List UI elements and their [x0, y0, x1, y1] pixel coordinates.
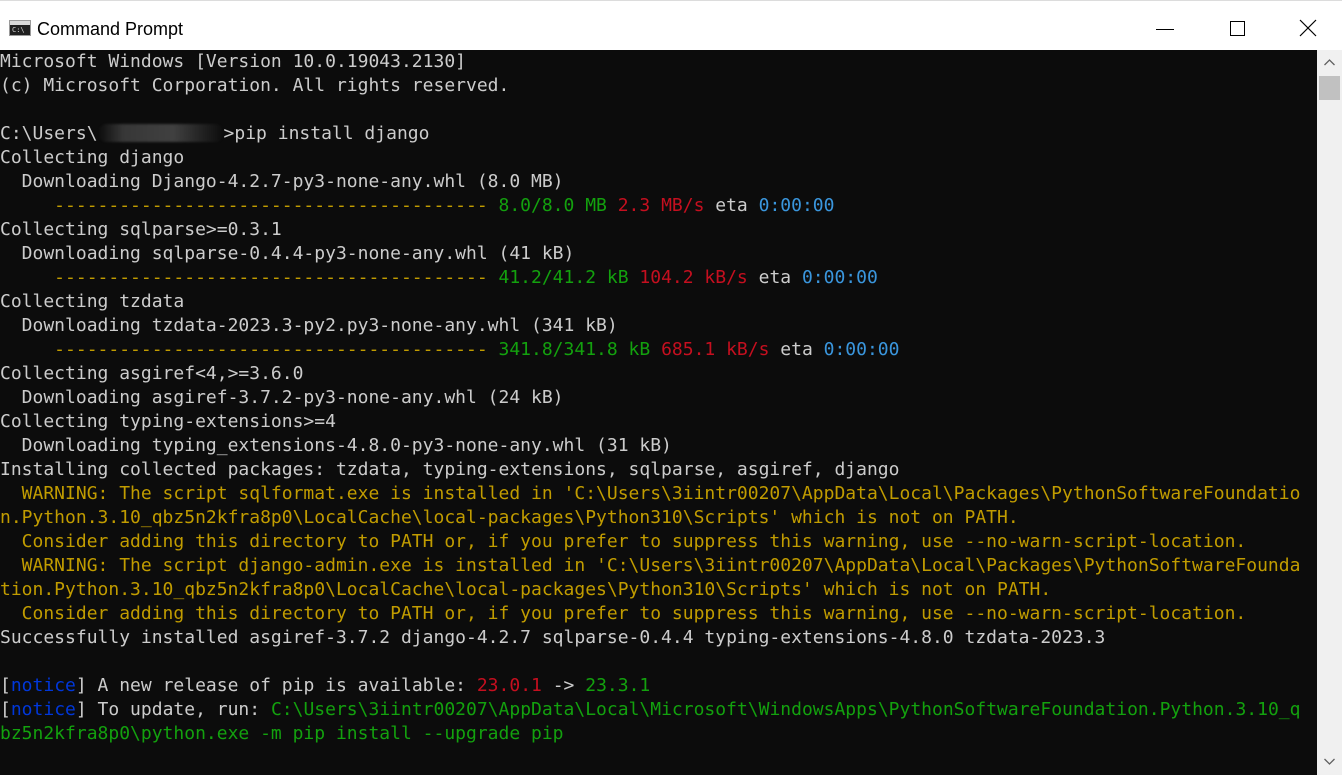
- console-text-segment: C:\Users\: [0, 123, 98, 144]
- minimize-button[interactable]: [1130, 1, 1201, 51]
- console-text-segment: Collecting asgiref<4,>=3.6.0: [0, 363, 304, 384]
- vertical-scrollbar[interactable]: [1317, 50, 1342, 775]
- console-text-segment: WARNING: The script django-admin.exe is …: [0, 555, 1301, 576]
- console-text-segment: Collecting tzdata: [0, 291, 185, 312]
- console-text-segment: tion.Python.3.10_qbz5n2kfra8p0\LocalCach…: [0, 579, 1052, 600]
- console-text-segment: Collecting django: [0, 147, 185, 168]
- console-text-segment: bz5n2kfra8p0\python.exe -m pip install -…: [0, 723, 564, 744]
- console-text-segment: 685.1 kB/s: [661, 339, 770, 360]
- command-prompt-window: C:\ Command Prompt Microsoft Windows [Ve…: [0, 0, 1342, 775]
- console-line: Installing collected packages: tzdata, t…: [0, 458, 1300, 482]
- console-text-segment: ----------------------------------------: [0, 195, 499, 216]
- console-text-segment: 23.0.1: [476, 675, 542, 696]
- console-line: C:\Users\ >pip install django: [0, 122, 1300, 146]
- console-lines: Microsoft Windows [Version 10.0.19043.21…: [0, 50, 1300, 746]
- console-text-segment: Downloading sqlparse-0.4.4-py3-none-any.…: [0, 243, 575, 264]
- console-text-segment: 41.2/41.2 kB: [498, 267, 629, 288]
- scrollbar-thumb[interactable]: [1319, 76, 1340, 100]
- redacted-username: [97, 124, 224, 142]
- console-text-segment: [629, 267, 640, 288]
- console-line: Collecting sqlparse>=0.3.1: [0, 218, 1300, 242]
- console-text-segment: Collecting sqlparse>=0.3.1: [0, 219, 282, 240]
- close-button[interactable]: [1272, 1, 1342, 51]
- console-line: n.Python.3.10_qbz5n2kfra8p0\LocalCache\l…: [0, 506, 1300, 530]
- console-text-segment: (c) Microsoft Corporation. All rights re…: [0, 75, 510, 96]
- scroll-down-button[interactable]: [1317, 750, 1342, 774]
- console-text-segment: 104.2 kB/s: [639, 267, 748, 288]
- console-line: Collecting typing-extensions>=4: [0, 410, 1300, 434]
- console-text-segment: Downloading asgiref-3.7.2-py3-none-any.w…: [0, 387, 564, 408]
- console-line: Downloading asgiref-3.7.2-py3-none-any.w…: [0, 386, 1300, 410]
- console-text-segment: Installing collected packages: tzdata, t…: [0, 459, 900, 480]
- maximize-button[interactable]: [1201, 1, 1272, 51]
- close-icon: [1299, 19, 1317, 37]
- console-text-segment: Consider adding this directory to PATH o…: [0, 531, 1247, 552]
- console-text-segment: 0:00:00: [758, 195, 835, 216]
- console-text-segment: Downloading tzdata-2023.3-py2.py3-none-a…: [0, 315, 618, 336]
- console-line: Downloading typing_extensions-4.8.0-py3-…: [0, 434, 1300, 458]
- console-app-icon[interactable]: C:\: [9, 20, 31, 36]
- console-line: ----------------------------------------…: [0, 266, 1300, 290]
- console-text-segment: [650, 339, 661, 360]
- console-text-segment: WARNING: The script sqlformat.exe is ins…: [0, 483, 1301, 504]
- console-line: Consider adding this directory to PATH o…: [0, 530, 1300, 554]
- console-line: bz5n2kfra8p0\python.exe -m pip install -…: [0, 722, 1300, 746]
- console-text-segment: ----------------------------------------: [0, 267, 499, 288]
- console-text-segment: notice: [10, 699, 76, 720]
- console-text-segment: Collecting typing-extensions>=4: [0, 411, 336, 432]
- console-text-segment: [: [0, 675, 11, 696]
- console-text-segment: eta: [769, 339, 824, 360]
- console-line: Consider adding this directory to PATH o…: [0, 602, 1300, 626]
- console-text-segment: n.Python.3.10_qbz5n2kfra8p0\LocalCache\l…: [0, 507, 1019, 528]
- console-line: [notice] A new release of pip is availab…: [0, 674, 1300, 698]
- console-text-segment: Microsoft Windows [Version 10.0.19043.21…: [0, 51, 466, 72]
- console-text-segment: eta: [704, 195, 759, 216]
- console-text-segment: 8.0/8.0 MB: [498, 195, 607, 216]
- title-bar[interactable]: C:\ Command Prompt: [0, 0, 1342, 50]
- console-text-segment: ] A new release of pip is available:: [75, 675, 477, 696]
- chevron-down-icon: [1324, 758, 1335, 765]
- console-line: ----------------------------------------…: [0, 194, 1300, 218]
- console-text-segment: 341.8/341.8 kB: [498, 339, 651, 360]
- console-text-segment: ----------------------------------------: [0, 339, 499, 360]
- console-line: Collecting django: [0, 146, 1300, 170]
- chevron-up-icon: [1324, 59, 1335, 66]
- minimize-icon: [1156, 29, 1174, 30]
- console-text-segment: Successfully installed asgiref-3.7.2 dja…: [0, 627, 1106, 648]
- console-line: tion.Python.3.10_qbz5n2kfra8p0\LocalCach…: [0, 578, 1300, 602]
- console-line: WARNING: The script sqlformat.exe is ins…: [0, 482, 1301, 506]
- console-output[interactable]: Microsoft Windows [Version 10.0.19043.21…: [0, 50, 1317, 775]
- maximize-icon: [1230, 21, 1245, 36]
- console-text-segment: 0:00:00: [801, 267, 878, 288]
- console-text-segment: Consider adding this directory to PATH o…: [0, 603, 1247, 624]
- console-text-segment: Downloading Django-4.2.7-py3-none-any.wh…: [0, 171, 564, 192]
- console-line: (c) Microsoft Corporation. All rights re…: [0, 74, 1300, 98]
- window-title: Command Prompt: [37, 19, 184, 39]
- console-text-segment: eta: [747, 267, 802, 288]
- console-text-segment: >pip install django: [223, 123, 430, 144]
- console-text-segment: [: [0, 699, 11, 720]
- console-line: Downloading tzdata-2023.3-py2.py3-none-a…: [0, 314, 1300, 338]
- console-line: Downloading sqlparse-0.4.4-py3-none-any.…: [0, 242, 1300, 266]
- console-text-segment: ] To update, run:: [75, 699, 271, 720]
- console-line: Collecting asgiref<4,>=3.6.0: [0, 362, 1300, 386]
- console-text-segment: [607, 195, 618, 216]
- console-text-segment: Downloading typing_extensions-4.8.0-py3-…: [0, 435, 672, 456]
- console-text-segment: 2.3 MB/s: [617, 195, 705, 216]
- console-line: ----------------------------------------…: [0, 338, 1300, 362]
- console-text-segment: notice: [10, 675, 76, 696]
- scroll-up-button[interactable]: [1317, 50, 1342, 74]
- console-line: [notice] To update, run: C:\Users\3iintr…: [0, 698, 1300, 722]
- console-text-segment: 23.3.1: [585, 675, 651, 696]
- console-text-segment: ->: [541, 675, 586, 696]
- console-line: WARNING: The script django-admin.exe is …: [0, 554, 1301, 578]
- console-line: Collecting tzdata: [0, 290, 1300, 314]
- console-line: Downloading Django-4.2.7-py3-none-any.wh…: [0, 170, 1300, 194]
- console-line: Microsoft Windows [Version 10.0.19043.21…: [0, 50, 1300, 74]
- console-text-segment: 0:00:00: [823, 339, 900, 360]
- console-text-segment: C:\Users\3iintr00207\AppData\Local\Micro…: [270, 699, 1301, 720]
- console-line: Successfully installed asgiref-3.7.2 dja…: [0, 626, 1300, 650]
